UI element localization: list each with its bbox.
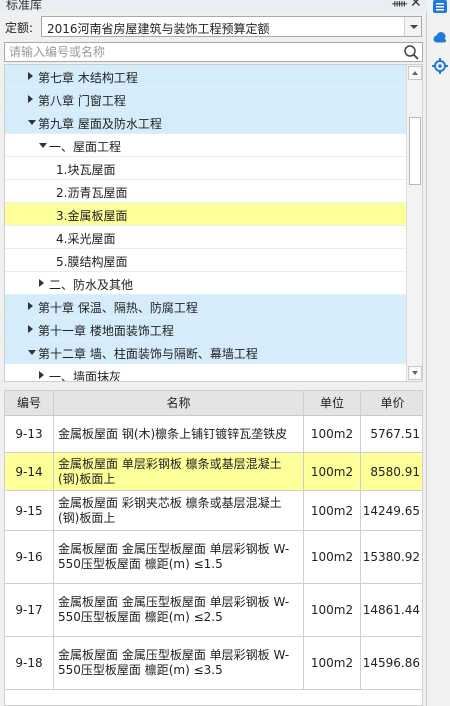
collapsed-arrow-icon[interactable] <box>39 279 44 287</box>
expanded-arrow-icon[interactable] <box>28 120 36 125</box>
col-header-code[interactable]: 编号 <box>5 391 54 416</box>
cell-unit: 100m2 <box>304 584 361 636</box>
tree-item-label: 第七章 木结构工程 <box>38 71 138 85</box>
search-input[interactable] <box>5 43 400 61</box>
collapsed-arrow-icon[interactable] <box>28 302 33 310</box>
cell-unit: 100m2 <box>304 531 361 583</box>
table-row[interactable]: 9-14 金属板屋面 单层彩钢板 檩条或基层混凝土(钢)板面上 100m2 8580.… <box>5 453 422 491</box>
tree-item[interactable]: 3.金属板屋面 <box>5 203 407 226</box>
cell-price: 8580.91 <box>370 464 420 479</box>
table-row[interactable]: 9-17 金属板屋面 金属压型板屋面 单层彩钢板 W-550压型板屋面 檩距(m)… <box>5 584 422 637</box>
tree-item[interactable]: 第十二章 墙、柱面装饰与隔断、幕墙工程 <box>5 341 407 364</box>
cell-code: 9-14 <box>5 453 54 490</box>
tree-item-label: 第十章 保温、隔热、防腐工程 <box>38 301 198 315</box>
cell-name: 金属板屋面 金属压型板屋面 单层彩钢板 W-550压型板屋面 檩距(m) ≤2.… <box>54 584 304 636</box>
tree-item-label: 二、防水及其他 <box>49 278 134 292</box>
cell-price: 15380.92 <box>362 550 420 564</box>
collapsed-arrow-icon[interactable] <box>28 325 33 333</box>
tree-item[interactable]: 5.膜结构屋面 <box>5 249 407 272</box>
locate-icon[interactable] <box>432 58 448 74</box>
cell-unit: 100m2 <box>304 453 361 490</box>
tree-item[interactable]: 一、屋面工程 <box>5 134 407 157</box>
table-row[interactable]: 9-18 金属板屋面 金属压型板屋面 单层彩钢板 W-550压型板屋面 檩距(m)… <box>5 637 422 690</box>
tree-item[interactable]: 二、防水及其他 <box>5 272 407 295</box>
list-icon[interactable] <box>432 0 448 16</box>
tree-item-label: 一、屋面工程 <box>49 140 122 154</box>
tree-item[interactable]: 1.块瓦屋面 <box>5 157 407 180</box>
cell-price: 14861.44 <box>362 603 420 617</box>
tree-item-label: 4.采光屋面 <box>56 232 116 246</box>
table-row[interactable]: 9-13 金属板屋面 钢(木)檩条上铺钉镀锌瓦垄铁皮 100m2 5767.51 <box>5 416 422 453</box>
tree-item[interactable]: 2.沥青瓦屋面 <box>5 180 407 203</box>
cell-code: 9-15 <box>5 491 54 530</box>
col-header-unit[interactable]: 单位 <box>304 391 361 416</box>
table-row[interactable]: 9-15 金属板屋面 彩钢夹芯板 檩条或基层混凝土(钢)板面上 100m2 14249… <box>5 491 422 531</box>
tree-item-label: 1.块瓦屋面 <box>56 163 116 177</box>
collapsed-arrow-icon[interactable] <box>28 95 33 103</box>
search-box <box>4 42 423 62</box>
scroll-up-icon[interactable] <box>408 66 422 80</box>
tree-item[interactable]: 第七章 木结构工程 <box>5 65 407 88</box>
tree-item-label: 第九章 屋面及防水工程 <box>38 117 162 131</box>
pin-icon[interactable]: ᚔ <box>392 0 407 10</box>
cell-price: 14596.86 <box>362 656 420 670</box>
tree-item[interactable]: 第十一章 楼地面装饰工程 <box>5 318 407 341</box>
tree-item-label: 3.金属板屋面 <box>56 209 128 223</box>
quota-row: 定额: 2016河南省房屋建筑与装饰工程预算定额 <box>0 14 427 40</box>
cell-unit: 100m2 <box>304 416 361 452</box>
tree-item[interactable]: 第十章 保温、隔热、防腐工程 <box>5 295 407 318</box>
right-toolbar <box>428 0 450 706</box>
collapsed-arrow-icon[interactable] <box>28 72 33 80</box>
cell-name: 金属板屋面 金属压型板屋面 单层彩钢板 W-550压型板屋面 檩距(m) ≤1.… <box>54 531 304 583</box>
expanded-arrow-icon[interactable] <box>28 350 36 355</box>
table-header: 编号 名称 单位 单价 <box>5 391 422 416</box>
table-row[interactable]: 9-16 金属板屋面 金属压型板屋面 单层彩钢板 W-550压型板屋面 檩距(m)… <box>5 531 422 584</box>
cell-price: 14249.65 <box>362 503 420 518</box>
quota-table: 编号 名称 单位 单价 9-13 金属板屋面 钢(木)檩条上铺钉镀锌瓦垄铁皮 100… <box>4 390 423 706</box>
quota-label: 定额: <box>5 21 34 35</box>
col-header-name[interactable]: 名称 <box>54 391 304 416</box>
cloud-icon[interactable] <box>432 30 448 46</box>
cell-price: 5767.51 <box>370 427 420 441</box>
tree-item[interactable]: 4.采光屋面 <box>5 226 407 249</box>
standard-library-panel: 标准库 ᚔ ✕ 定额: 2016河南省房屋建筑与装饰工程预算定额 第七章 木结构… <box>0 0 427 706</box>
tree-item-label: 5.膜结构屋面 <box>56 255 128 269</box>
tree-item-label: 2.沥青瓦屋面 <box>56 186 128 200</box>
scroll-down-icon[interactable] <box>408 366 422 380</box>
quota-selected-value: 2016河南省房屋建筑与装饰工程预算定额 <box>47 22 270 36</box>
tree-scrollbar[interactable] <box>406 65 422 381</box>
scroll-thumb[interactable] <box>409 117 421 185</box>
close-icon[interactable]: ✕ <box>410 0 422 11</box>
tree-item-label: 第八章 门窗工程 <box>38 94 126 108</box>
cell-code: 9-17 <box>5 584 54 636</box>
tree-item[interactable]: 一、墙面抹灰 <box>5 364 407 382</box>
cell-name: 金属板屋面 彩钢夹芯板 檩条或基层混凝土(钢)板面上 <box>54 491 304 530</box>
cell-code: 9-16 <box>5 531 54 583</box>
cell-name: 金属板屋面 单层彩钢板 檩条或基层混凝土(钢)板面上 <box>54 453 304 490</box>
cell-unit: 100m2 <box>304 491 361 530</box>
panel-title: 标准库 <box>6 0 43 12</box>
cell-name: 金属板屋面 钢(木)檩条上铺钉镀锌瓦垄铁皮 <box>54 416 304 452</box>
tree-item[interactable]: 第九章 屋面及防水工程 <box>5 111 407 134</box>
quota-select[interactable]: 2016河南省房屋建筑与装饰工程预算定额 <box>41 16 422 37</box>
cell-code: 9-18 <box>5 637 54 689</box>
collapsed-arrow-icon[interactable] <box>39 371 44 379</box>
search-icon[interactable] <box>403 44 420 61</box>
panel-titlebar: 标准库 ᚔ ✕ <box>0 0 427 12</box>
cell-name: 金属板屋面 金属压型板屋面 单层彩钢板 W-550压型板屋面 檩距(m) ≤3.… <box>54 637 304 689</box>
cell-code: 9-13 <box>5 416 54 452</box>
tree-item-label: 第十一章 楼地面装饰工程 <box>38 324 174 338</box>
tree-item-label: 第十二章 墙、柱面装饰与隔断、幕墙工程 <box>38 347 258 361</box>
cell-unit: 100m2 <box>304 637 361 689</box>
tree-item[interactable]: 第八章 门窗工程 <box>5 88 407 111</box>
chevron-down-icon[interactable] <box>404 17 421 36</box>
tree-item-label: 一、墙面抹灰 <box>49 370 122 382</box>
chapter-tree: 第七章 木结构工程 第八章 门窗工程第九章 屋面及防水工程一、屋面工程 1.块瓦屋面… <box>4 64 423 382</box>
expanded-arrow-icon[interactable] <box>39 143 47 148</box>
col-header-price[interactable]: 单价 <box>361 391 422 416</box>
